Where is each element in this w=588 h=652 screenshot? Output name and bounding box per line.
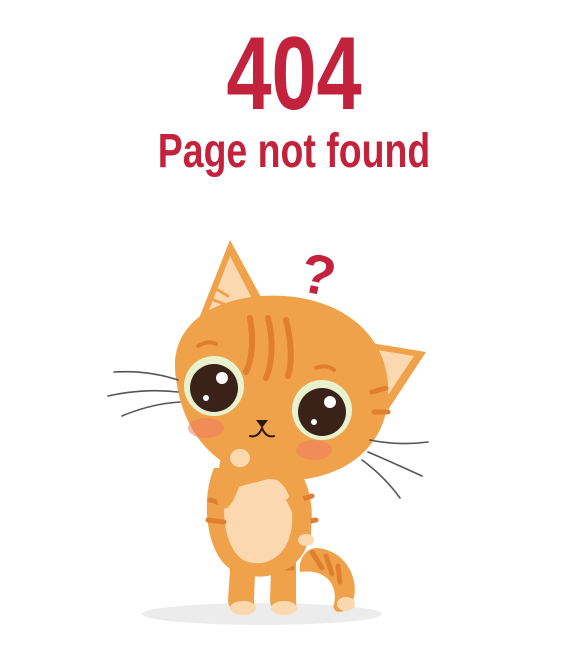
cat-tail: [299, 547, 355, 612]
not-found-page: 404 Page not found ?: [0, 0, 588, 652]
cat-illustration: ?: [107, 240, 429, 625]
